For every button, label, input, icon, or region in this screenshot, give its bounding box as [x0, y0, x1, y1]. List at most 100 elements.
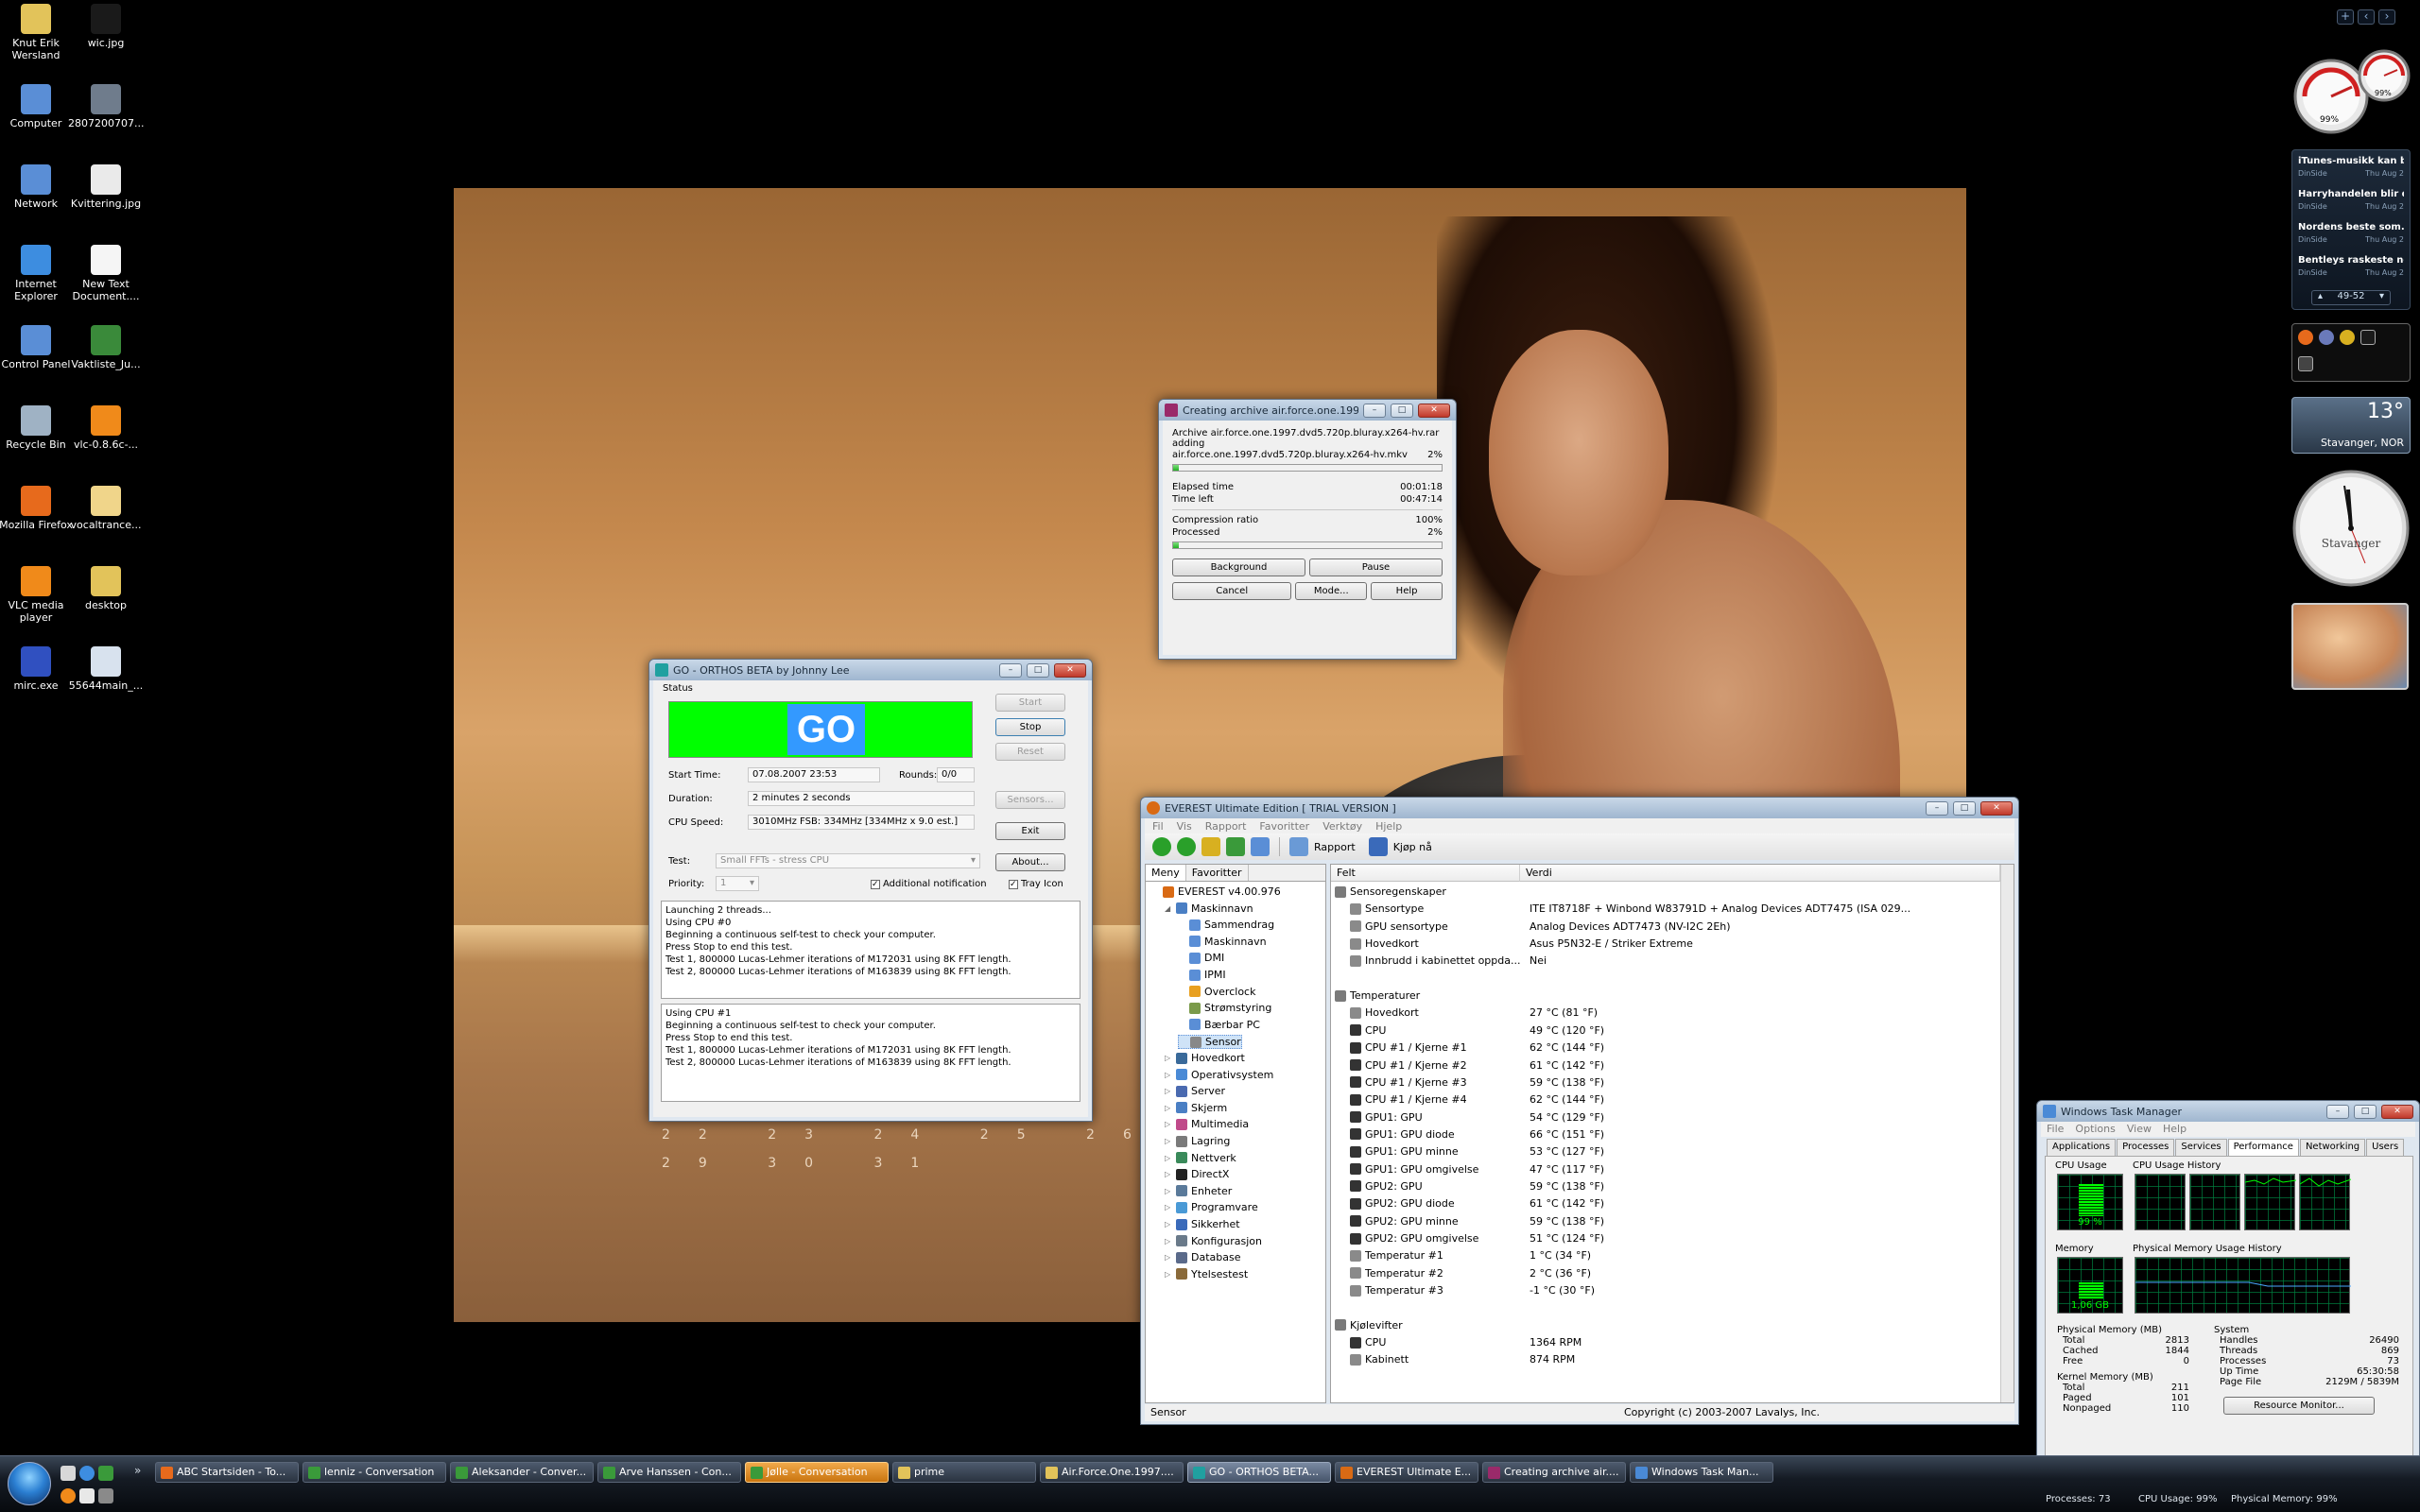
maximize-button[interactable]: □ [1953, 800, 1976, 816]
settings-icon[interactable] [98, 1488, 113, 1503]
desktop-icon[interactable]: desktop [68, 566, 144, 611]
tree-item[interactable]: ▷ Lagring [1165, 1135, 1230, 1147]
maximize-button[interactable]: □ [1027, 662, 1049, 678]
detail-row[interactable]: Temperatur #1 1 °C (34 °F) [1331, 1249, 2000, 1266]
tray-icon-option[interactable]: ✓ Tray Icon [1009, 879, 1063, 889]
help-button[interactable]: Help [1371, 582, 1443, 600]
cpu1-log[interactable]: Using CPU #1 Beginning a continuous self-… [661, 1004, 1080, 1102]
tree-item[interactable]: ▷ Enheter [1165, 1185, 1232, 1197]
media-icon[interactable] [2360, 330, 2376, 345]
expand-arrow-icon[interactable]: ▷ [1165, 1270, 1172, 1279]
desktop-icon[interactable]: vlc-0.8.6c-... [68, 405, 144, 451]
firefox-icon[interactable] [2298, 330, 2313, 345]
orthos-window[interactable]: GO - ORTHOS BETA by Johnny Lee – □ ✕ Sta… [648, 659, 1093, 1122]
tab-performance[interactable]: Performance [2227, 1139, 2299, 1156]
winamp-icon[interactable] [2340, 330, 2355, 345]
tree-item[interactable]: ▷ Programvare [1165, 1201, 1258, 1213]
tree-item[interactable]: ◢ Maskinnavn [1165, 902, 1253, 915]
show-desktop-icon[interactable] [98, 1466, 113, 1481]
section-header-row[interactable]: Temperaturer [1331, 989, 2000, 1006]
tree-item[interactable]: ▷ Ytelsestest [1165, 1268, 1248, 1280]
taskbar-button[interactable]: prime [892, 1462, 1036, 1483]
quick-launch-icon[interactable] [60, 1466, 76, 1481]
maximize-button[interactable]: □ [1391, 403, 1413, 418]
detail-row[interactable]: GPU1: GPU omgivelse 47 °C (117 °F) [1331, 1163, 2000, 1180]
tab-services[interactable]: Services [2175, 1139, 2227, 1156]
cpu-meter-gadget[interactable]: 99% 99% [2291, 47, 2414, 134]
add-gadget-button[interactable]: + [2337, 9, 2354, 25]
desktop-icon[interactable]: Vaktliste_Ju... [68, 325, 144, 370]
tree-item[interactable]: ▷ Operativsystem [1165, 1069, 1273, 1081]
detail-row[interactable]: Temperatur #2 2 °C (36 °F) [1331, 1267, 2000, 1284]
detail-row[interactable]: GPU2: GPU 59 °C (138 °F) [1331, 1180, 2000, 1197]
taskbar-button[interactable]: Aleksander - Conver... [450, 1462, 594, 1483]
maximize-button[interactable]: □ [2354, 1104, 2377, 1119]
refresh-icon[interactable] [1226, 837, 1245, 856]
detail-row[interactable]: GPU2: GPU minne 59 °C (138 °F) [1331, 1215, 2000, 1232]
detail-row[interactable]: GPU1: GPU 54 °C (129 °F) [1331, 1111, 2000, 1128]
test-select[interactable]: Small FFTs - stress CPU ▾ [716, 853, 980, 868]
exit-button[interactable]: Exit [995, 822, 1065, 840]
tab-meny[interactable]: Meny [1146, 865, 1186, 881]
close-button[interactable]: ✕ [2381, 1104, 2413, 1119]
column-header-field[interactable]: Felt [1331, 865, 1520, 882]
vlc-icon[interactable] [60, 1488, 76, 1503]
tree-item[interactable]: Strømstyring [1178, 1002, 1271, 1014]
internet-explorer-icon[interactable] [79, 1466, 95, 1481]
minimize-button[interactable]: – [1926, 800, 1948, 816]
menu-item[interactable]: View [2127, 1123, 2152, 1136]
notepad-icon[interactable] [79, 1488, 95, 1503]
tree-item[interactable]: Sammendrag [1178, 919, 1274, 931]
tree-item[interactable]: DMI [1178, 952, 1224, 964]
slideshow-apps-gadget[interactable] [2291, 323, 2411, 382]
desktop-icon[interactable]: VLC media player [0, 566, 74, 624]
cancel-button[interactable]: Cancel [1172, 582, 1292, 600]
menu-item[interactable]: Favoritter [1259, 820, 1309, 833]
background-button[interactable]: Background [1172, 558, 1305, 576]
chevron-up-icon[interactable]: ▴ [2318, 291, 2323, 304]
tree-item[interactable]: ▷ Server [1165, 1085, 1225, 1097]
desktop-icon[interactable]: Mozilla Firefox [0, 486, 74, 531]
sidebar-prev-button[interactable]: ‹ [2358, 9, 2375, 25]
buy-icon[interactable] [1368, 837, 1388, 856]
everest-tree-pane[interactable]: Meny Favoritter EVEREST v4.00.976 ◢ Maskin… [1145, 864, 1326, 1403]
expand-arrow-icon[interactable]: ▷ [1165, 1154, 1172, 1162]
tree-item[interactable]: Bærbar PC [1178, 1019, 1260, 1031]
up-arrow-icon[interactable] [1201, 837, 1220, 856]
tree-item[interactable]: EVEREST v4.00.976 [1151, 885, 1281, 898]
app-launcher-icon[interactable] [2319, 330, 2334, 345]
detail-row[interactable]: Sensortype ITE IT8718F + Winbond W83791D … [1331, 902, 2000, 919]
tool-icon[interactable] [2298, 356, 2313, 371]
tab-networking[interactable]: Networking [2299, 1139, 2366, 1156]
cpu0-log[interactable]: Launching 2 threads... Using CPU #0 Beginn… [661, 901, 1080, 999]
winrar-progress-window[interactable]: Creating archive air.force.one.199... – … [1158, 399, 1457, 660]
report-icon[interactable] [1289, 837, 1308, 856]
expand-arrow-icon[interactable]: ▷ [1165, 1170, 1172, 1178]
taskbar-button[interactable]: Creating archive air.... [1482, 1462, 1626, 1483]
detail-row[interactable]: Kabinett 874 RPM [1331, 1353, 2000, 1370]
menu-item[interactable]: Rapport [1205, 820, 1247, 833]
tree-item[interactable]: IPMI [1178, 969, 1226, 981]
tree-item[interactable]: ▷ Hovedkort [1165, 1052, 1245, 1064]
desktop-icon[interactable]: Control Panel [0, 325, 74, 370]
clock-gadget[interactable]: Stavanger [2291, 469, 2411, 588]
taskbar-button[interactable]: EVEREST Ultimate E... [1335, 1462, 1478, 1483]
tree-item[interactable]: Overclock [1178, 986, 1255, 998]
feed-headline[interactable]: Nordens beste som... [2298, 222, 2404, 232]
desktop-icon[interactable]: wic.jpg [68, 4, 144, 49]
tree-item[interactable]: ▷ Konfigurasjon [1165, 1235, 1262, 1247]
expand-arrow-icon[interactable]: ▷ [1165, 1187, 1172, 1195]
desktop-icon[interactable]: Computer [0, 84, 74, 129]
expand-arrow-icon[interactable]: ▷ [1165, 1120, 1172, 1128]
desktop-icon[interactable]: mirc.exe [0, 646, 74, 692]
additional-notification-option[interactable]: ✓ Additional notification [871, 879, 987, 889]
close-button[interactable]: ✕ [1418, 403, 1450, 418]
detail-row[interactable]: Hovedkort Asus P5N32-E / Striker Extreme [1331, 937, 2000, 954]
tree-item[interactable]: ▷ Nettverk [1165, 1152, 1236, 1164]
detail-row[interactable]: Innbrudd i kabinettet oppda... Nei [1331, 954, 2000, 971]
orthos-titlebar[interactable]: GO - ORTHOS BETA by Johnny Lee – □ ✕ [649, 660, 1092, 680]
tab-applications[interactable]: Applications [2047, 1139, 2117, 1156]
resource-monitor-button[interactable]: Resource Monitor... [2223, 1397, 2375, 1415]
desktop-icon[interactable]: Network [0, 164, 74, 210]
desktop-icon[interactable]: Internet Explorer [0, 245, 74, 302]
